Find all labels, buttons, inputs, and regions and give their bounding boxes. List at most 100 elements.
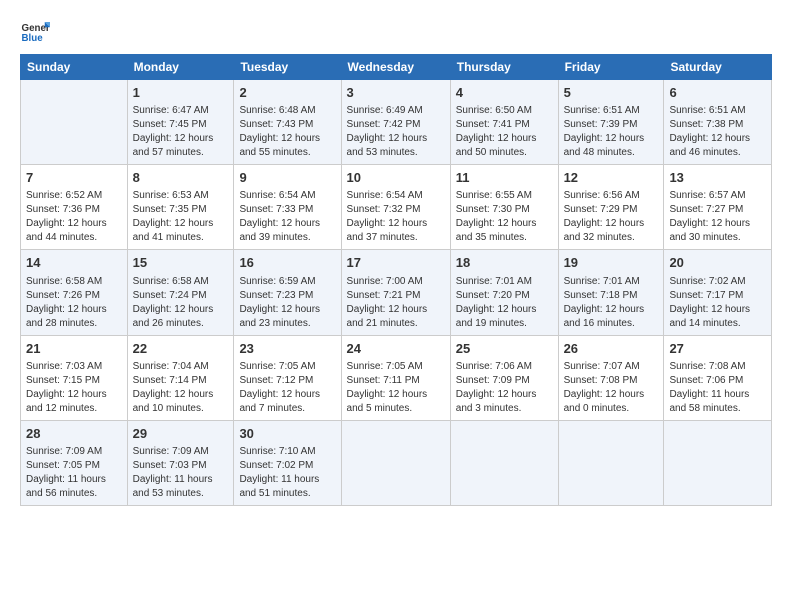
calendar-cell: 12Sunrise: 6:56 AMSunset: 7:29 PMDayligh…	[558, 165, 664, 250]
day-number: 21	[26, 340, 122, 358]
calendar-week-row: 1Sunrise: 6:47 AMSunset: 7:45 PMDaylight…	[21, 80, 772, 165]
cell-info-line: and 21 minutes.	[347, 317, 445, 331]
cell-info-line: Sunrise: 7:07 AM	[564, 360, 659, 374]
cell-info-line: Sunset: 7:24 PM	[133, 289, 229, 303]
cell-info-line: Sunrise: 6:53 AM	[133, 189, 229, 203]
cell-info-line: Sunset: 7:41 PM	[456, 118, 553, 132]
day-number: 15	[133, 254, 229, 272]
cell-info-line: and 53 minutes.	[347, 146, 445, 160]
day-number: 5	[564, 84, 659, 102]
day-number: 10	[347, 169, 445, 187]
cell-info-line: Sunrise: 6:49 AM	[347, 104, 445, 118]
cell-info-line: Daylight: 12 hours	[133, 217, 229, 231]
calendar-cell: 17Sunrise: 7:00 AMSunset: 7:21 PMDayligh…	[341, 250, 450, 335]
cell-info-line: and 16 minutes.	[564, 317, 659, 331]
calendar-cell: 3Sunrise: 6:49 AMSunset: 7:42 PMDaylight…	[341, 80, 450, 165]
cell-info-line: Daylight: 12 hours	[347, 217, 445, 231]
day-number: 6	[669, 84, 766, 102]
cell-info-line: Daylight: 12 hours	[456, 303, 553, 317]
weekday-header-sunday: Sunday	[21, 55, 128, 80]
day-number: 17	[347, 254, 445, 272]
cell-info-line: Sunrise: 6:54 AM	[347, 189, 445, 203]
cell-info-line: Daylight: 12 hours	[456, 217, 553, 231]
cell-info-line: Sunset: 7:23 PM	[239, 289, 335, 303]
calendar-week-row: 7Sunrise: 6:52 AMSunset: 7:36 PMDaylight…	[21, 165, 772, 250]
calendar-cell: 29Sunrise: 7:09 AMSunset: 7:03 PMDayligh…	[127, 420, 234, 505]
calendar-cell: 16Sunrise: 6:59 AMSunset: 7:23 PMDayligh…	[234, 250, 341, 335]
cell-info-line: Sunrise: 7:06 AM	[456, 360, 553, 374]
cell-info-line: and 12 minutes.	[26, 402, 122, 416]
cell-info-line: and 50 minutes.	[456, 146, 553, 160]
cell-info-line: and 44 minutes.	[26, 231, 122, 245]
cell-info-line: Daylight: 12 hours	[347, 303, 445, 317]
day-number: 3	[347, 84, 445, 102]
cell-info-line: Sunset: 7:30 PM	[456, 203, 553, 217]
cell-info-line: Sunrise: 6:51 AM	[564, 104, 659, 118]
cell-info-line: Daylight: 12 hours	[26, 388, 122, 402]
day-number: 23	[239, 340, 335, 358]
cell-info-line: Sunset: 7:45 PM	[133, 118, 229, 132]
logo: General Blue	[20, 16, 50, 46]
cell-info-line: Daylight: 12 hours	[669, 303, 766, 317]
cell-info-line: Sunrise: 7:01 AM	[456, 275, 553, 289]
calendar-cell: 1Sunrise: 6:47 AMSunset: 7:45 PMDaylight…	[127, 80, 234, 165]
weekday-header-tuesday: Tuesday	[234, 55, 341, 80]
calendar-cell: 24Sunrise: 7:05 AMSunset: 7:11 PMDayligh…	[341, 335, 450, 420]
cell-info-line: and 28 minutes.	[26, 317, 122, 331]
cell-info-line: Sunrise: 7:09 AM	[133, 445, 229, 459]
cell-info-line: and 5 minutes.	[347, 402, 445, 416]
cell-info-line: Sunset: 7:09 PM	[456, 374, 553, 388]
cell-info-line: Sunrise: 6:54 AM	[239, 189, 335, 203]
calendar-cell: 25Sunrise: 7:06 AMSunset: 7:09 PMDayligh…	[450, 335, 558, 420]
header: General Blue	[20, 16, 772, 46]
day-number: 16	[239, 254, 335, 272]
cell-info-line: Sunset: 7:27 PM	[669, 203, 766, 217]
cell-info-line: and 51 minutes.	[239, 487, 335, 501]
cell-info-line: Sunset: 7:38 PM	[669, 118, 766, 132]
cell-info-line: Sunrise: 7:05 AM	[239, 360, 335, 374]
calendar-cell: 21Sunrise: 7:03 AMSunset: 7:15 PMDayligh…	[21, 335, 128, 420]
calendar-cell: 8Sunrise: 6:53 AMSunset: 7:35 PMDaylight…	[127, 165, 234, 250]
cell-info-line: and 41 minutes.	[133, 231, 229, 245]
cell-info-line: Sunrise: 7:10 AM	[239, 445, 335, 459]
day-number: 30	[239, 425, 335, 443]
calendar-cell	[21, 80, 128, 165]
calendar-cell: 14Sunrise: 6:58 AMSunset: 7:26 PMDayligh…	[21, 250, 128, 335]
cell-info-line: Sunrise: 7:04 AM	[133, 360, 229, 374]
calendar-cell: 5 Sunrise: 6:51 AMSunset: 7:39 PMDaylight…	[558, 80, 664, 165]
cell-info-line: Sunset: 7:15 PM	[26, 374, 122, 388]
cell-info-line: Sunrise: 6:58 AM	[26, 275, 122, 289]
cell-info-line: Sunset: 7:11 PM	[347, 374, 445, 388]
cell-info-line: Sunrise: 7:00 AM	[347, 275, 445, 289]
cell-info-line: Daylight: 12 hours	[564, 217, 659, 231]
cell-info-line: Sunset: 7:43 PM	[239, 118, 335, 132]
day-number: 25	[456, 340, 553, 358]
cell-info-line: and 32 minutes.	[564, 231, 659, 245]
cell-info-line: Sunset: 7:39 PM	[564, 118, 659, 132]
weekday-header-friday: Friday	[558, 55, 664, 80]
cell-info-line: and 55 minutes.	[239, 146, 335, 160]
calendar-cell: 2Sunrise: 6:48 AMSunset: 7:43 PMDaylight…	[234, 80, 341, 165]
calendar-cell: 23Sunrise: 7:05 AMSunset: 7:12 PMDayligh…	[234, 335, 341, 420]
cell-info-line: and 35 minutes.	[456, 231, 553, 245]
cell-info-line: Daylight: 12 hours	[564, 132, 659, 146]
calendar-cell: 6Sunrise: 6:51 AMSunset: 7:38 PMDaylight…	[664, 80, 772, 165]
cell-info-line: and 58 minutes.	[669, 402, 766, 416]
cell-info-line: and 30 minutes.	[669, 231, 766, 245]
cell-info-line: Sunset: 7:32 PM	[347, 203, 445, 217]
calendar-cell: 28Sunrise: 7:09 AMSunset: 7:05 PMDayligh…	[21, 420, 128, 505]
day-number: 24	[347, 340, 445, 358]
calendar-cell	[341, 420, 450, 505]
cell-info-line: Daylight: 12 hours	[669, 217, 766, 231]
cell-info-line: and 37 minutes.	[347, 231, 445, 245]
cell-info-line: and 0 minutes.	[564, 402, 659, 416]
cell-info-line: Sunset: 7:06 PM	[669, 374, 766, 388]
cell-info-line: and 3 minutes.	[456, 402, 553, 416]
day-number: 19	[564, 254, 659, 272]
cell-info-line: Daylight: 11 hours	[239, 473, 335, 487]
cell-info-line: and 48 minutes.	[564, 146, 659, 160]
calendar-cell	[450, 420, 558, 505]
calendar-cell: 19Sunrise: 7:01 AMSunset: 7:18 PMDayligh…	[558, 250, 664, 335]
calendar-table: SundayMondayTuesdayWednesdayThursdayFrid…	[20, 54, 772, 506]
cell-info-line: and 57 minutes.	[133, 146, 229, 160]
